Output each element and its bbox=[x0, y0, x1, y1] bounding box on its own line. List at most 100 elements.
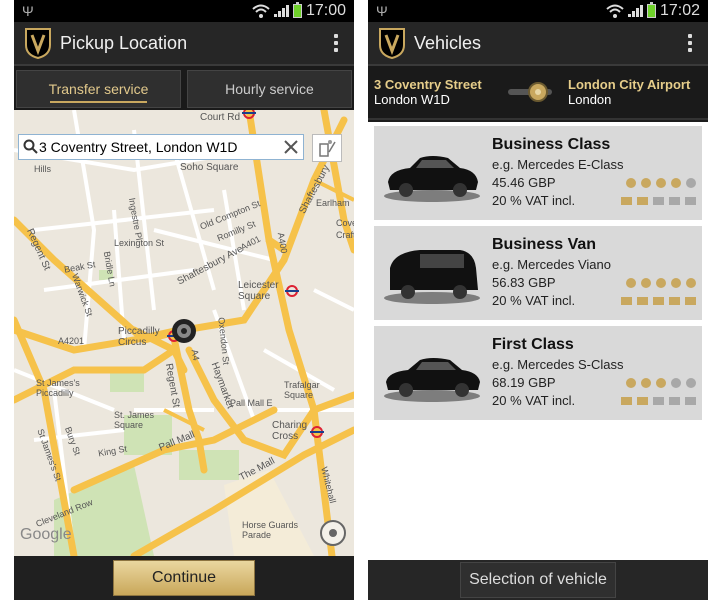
vehicle-example: e.g. Mercedes E-Class bbox=[492, 157, 624, 172]
luggage-indicator bbox=[669, 197, 680, 205]
car-icon bbox=[384, 156, 480, 202]
status-time: 17:02 bbox=[659, 2, 700, 19]
action-bar: Pickup Location bbox=[14, 22, 354, 66]
search-input[interactable] bbox=[39, 139, 283, 155]
car-icon bbox=[384, 358, 480, 402]
signal-icon bbox=[273, 5, 289, 17]
luggage-indicator bbox=[621, 297, 632, 305]
pickup-line1: 3 Coventry Street bbox=[374, 77, 482, 92]
pickup-address: 3 Coventry Street London W1D bbox=[374, 77, 508, 107]
vehicle-price: 56.83 GBP bbox=[492, 275, 556, 290]
map-label: Craft bbox=[336, 230, 354, 240]
dropoff-line1: London City Airport bbox=[568, 77, 691, 92]
battery-icon bbox=[292, 2, 302, 18]
app-logo-icon bbox=[25, 28, 51, 59]
wifi-icon bbox=[606, 4, 624, 18]
luggage-indicator bbox=[637, 197, 648, 205]
passenger-indicator bbox=[626, 178, 636, 188]
map-label: Court Rd bbox=[200, 112, 241, 123]
page-title: Pickup Location bbox=[60, 32, 188, 53]
route-summary: 3 Coventry Street London W1D London City… bbox=[368, 66, 708, 120]
passenger-indicator bbox=[686, 278, 696, 288]
tab-transfer-service[interactable]: Transfer service bbox=[16, 70, 181, 108]
vehicles-screen: Ψ 17:02 Vehicles 3 Coventry Street Londo… bbox=[368, 0, 708, 600]
vehicle-vat: 20 % VAT incl. bbox=[492, 193, 576, 208]
page-title: Vehicles bbox=[414, 32, 482, 53]
vehicle-name: Business Van bbox=[492, 236, 597, 253]
luggage-indicator bbox=[685, 197, 696, 205]
luggage-indicator bbox=[669, 397, 680, 405]
map-label: A4201 bbox=[58, 336, 85, 346]
map-label: Horse Guards Parade bbox=[242, 520, 299, 540]
luggage-indicator bbox=[621, 197, 632, 205]
vehicle-info: First Class e.g. Mercedes S-Class 68.19 … bbox=[492, 336, 696, 410]
luggage-indicator bbox=[653, 397, 664, 405]
vehicle-vat: 20 % VAT incl. bbox=[492, 393, 576, 408]
status-bar: Ψ 17:00 bbox=[14, 0, 354, 22]
passenger-icon bbox=[626, 278, 696, 288]
app-logo-icon bbox=[379, 28, 405, 59]
vehicle-info: Business Van e.g. Mercedes Viano 56.83 G… bbox=[492, 236, 696, 310]
action-bar: Vehicles bbox=[368, 22, 708, 66]
vehicle-name: Business Class bbox=[492, 136, 611, 153]
vehicle-card[interactable]: Business Class e.g. Mercedes E-Class 45.… bbox=[374, 126, 702, 220]
luggage-indicator bbox=[621, 397, 632, 405]
luggage-indicator bbox=[637, 297, 648, 305]
luggage-icon bbox=[621, 397, 696, 405]
compass-icon[interactable] bbox=[318, 518, 348, 548]
map-label: Soho Square bbox=[180, 162, 239, 173]
map-label: Hills bbox=[34, 164, 51, 174]
vehicle-card[interactable]: First Class e.g. Mercedes S-Class 68.19 … bbox=[374, 326, 702, 420]
passenger-icon bbox=[626, 378, 696, 388]
map-canvas bbox=[14, 110, 354, 556]
search-box bbox=[18, 134, 304, 160]
luggage-icon bbox=[621, 297, 696, 305]
vehicle-card[interactable]: Business Van e.g. Mercedes Viano 56.83 G… bbox=[374, 226, 702, 320]
map-label: Earlham bbox=[316, 198, 350, 208]
overflow-menu-icon[interactable] bbox=[328, 34, 344, 52]
passenger-indicator bbox=[656, 378, 666, 388]
pickup-screen: Ψ 17:00 Pickup Location Transfer service… bbox=[14, 0, 354, 600]
map-label: A4 bbox=[189, 348, 202, 362]
luggage-indicator bbox=[685, 297, 696, 305]
passenger-indicator bbox=[671, 178, 681, 188]
passenger-indicator bbox=[641, 278, 651, 288]
map-label: Pall Mall E bbox=[230, 398, 273, 408]
vehicle-example: e.g. Mercedes S-Class bbox=[492, 357, 624, 372]
luggage-indicator bbox=[669, 297, 680, 305]
vehicle-info: Business Class e.g. Mercedes E-Class 45.… bbox=[492, 136, 696, 210]
car-icon bbox=[384, 250, 480, 304]
vehicle-price: 45.46 GBP bbox=[492, 175, 556, 190]
passenger-icon bbox=[626, 178, 696, 188]
passenger-indicator bbox=[686, 178, 696, 188]
map-label: Leicester Square bbox=[238, 280, 279, 302]
wifi-icon bbox=[252, 4, 270, 18]
battery-icon bbox=[646, 2, 656, 18]
map-view[interactable]: Court Rd Soho Square Shaftesbury Hills R… bbox=[14, 110, 354, 556]
map-label: Cove bbox=[336, 218, 354, 228]
vehicle-vat: 20 % VAT incl. bbox=[492, 293, 576, 308]
passenger-indicator bbox=[626, 278, 636, 288]
luggage-indicator bbox=[637, 397, 648, 405]
passenger-indicator bbox=[671, 278, 681, 288]
selection-of-vehicle-button[interactable]: Selection of vehicle bbox=[460, 562, 616, 598]
bottom-bar: Continue bbox=[14, 556, 354, 600]
tab-hourly-service[interactable]: Hourly service bbox=[187, 70, 352, 108]
location-button-icon bbox=[319, 140, 336, 157]
pickup-line2: London W1D bbox=[374, 92, 450, 107]
luggage-indicator bbox=[653, 297, 664, 305]
bottom-bar: Selection of vehicle bbox=[368, 560, 708, 600]
luggage-indicator bbox=[685, 397, 696, 405]
usb-icon: Ψ bbox=[22, 3, 34, 19]
continue-button[interactable]: Continue bbox=[113, 560, 255, 596]
map-label: Piccadilly Circus bbox=[118, 326, 160, 348]
passenger-indicator bbox=[641, 178, 651, 188]
usb-icon: Ψ bbox=[376, 3, 388, 19]
overflow-menu-icon[interactable] bbox=[682, 34, 698, 52]
map-label: St. James Square bbox=[114, 410, 155, 430]
clear-icon[interactable] bbox=[283, 139, 299, 155]
location-button[interactable] bbox=[312, 134, 342, 162]
passenger-indicator bbox=[656, 278, 666, 288]
luggage-icon bbox=[621, 197, 696, 205]
vehicle-list: Business Class e.g. Mercedes E-Class 45.… bbox=[368, 122, 708, 560]
